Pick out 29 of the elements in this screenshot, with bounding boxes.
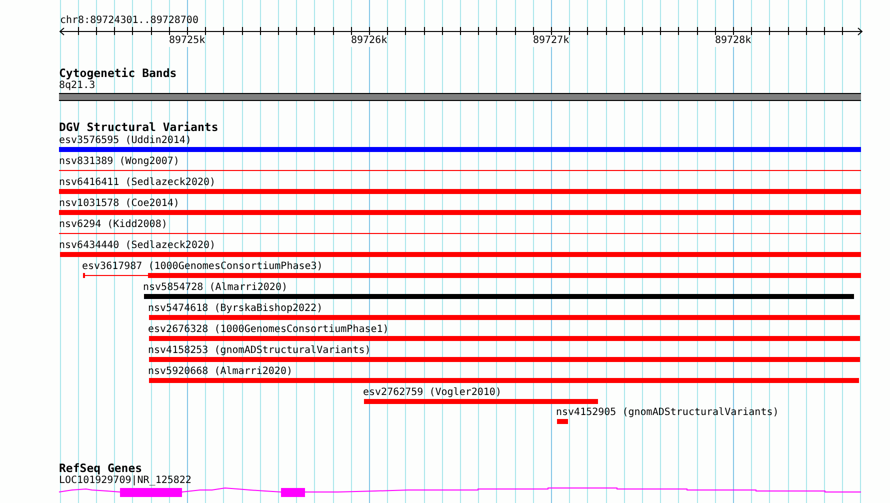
variant-label: nsv831389 (Wong2007) — [59, 156, 180, 168]
variant-label: nsv4158253 (gnomADStructuralVariants) — [148, 345, 371, 357]
track-title: RefSeq Genes — [59, 462, 142, 475]
tick-label: 89726k — [351, 35, 388, 47]
variant-label: nsv1031578 (Coe2014) — [59, 198, 180, 210]
variant-label: esv2762759 (Vogler2010) — [363, 387, 502, 399]
variant-label: esv3617987 (1000GenomesConsortiumPhase3) — [82, 261, 323, 273]
variant-label: nsv6294 (Kidd2008) — [59, 219, 168, 231]
track-title: Cytogenetic Bands — [59, 67, 177, 80]
variant-label: nsv4152905 (gnomADStructuralVariants) — [556, 407, 779, 419]
track-title: DGV Structural Variants — [59, 121, 218, 134]
variant-label: nsv5920668 (Almarri2020) — [148, 366, 292, 378]
variant-label: nsv5854728 (Almarri2020) — [143, 282, 288, 294]
tick-label: 89725k — [169, 35, 206, 47]
band-label: 8q21.3 — [59, 80, 96, 92]
tick-label: 89728k — [715, 35, 752, 47]
variant-label: nsv5474618 (ByrskaBishop2022) — [148, 303, 323, 315]
variant-label: nsv6434440 (Sedlazeck2020) — [59, 240, 216, 252]
cytoband-bar[interactable] — [59, 93, 861, 101]
variant-label: esv2676328 (1000GenomesConsortiumPhase1) — [148, 324, 389, 336]
location-label: chr8:89724301..89728700 — [60, 15, 198, 27]
tick-label: 89727k — [533, 35, 570, 47]
variant-label: esv3576595 (Uddin2014) — [59, 135, 192, 147]
variant-label: nsv6416411 (Sedlazeck2020) — [59, 177, 216, 189]
gene-label: LOC101929709|NR_125822 — [59, 475, 192, 487]
variant-line[interactable] — [59, 233, 861, 234]
variant-bar[interactable] — [83, 272, 861, 279]
variant-line[interactable] — [59, 170, 861, 171]
gene-model-drawing[interactable] — [58, 488, 862, 497]
